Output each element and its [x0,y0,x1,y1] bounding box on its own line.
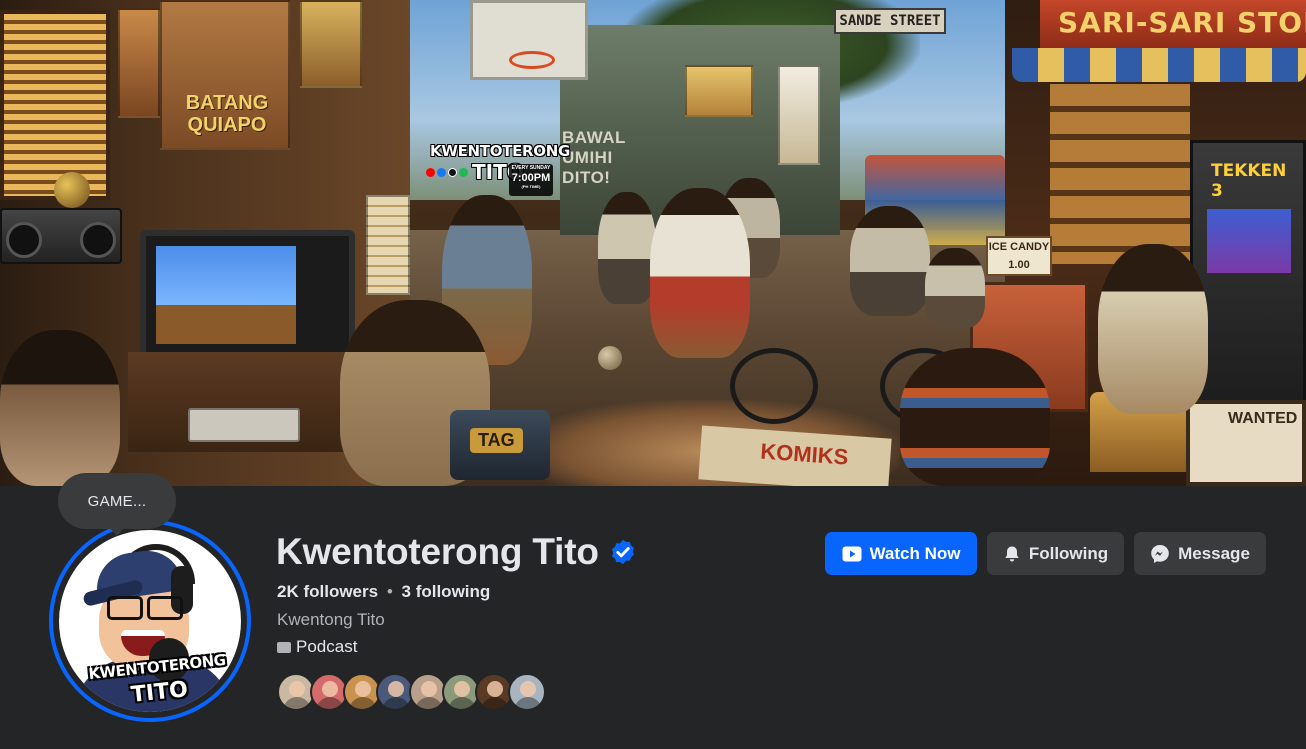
following-label: Following [1028,543,1109,563]
cover-poster [778,65,820,165]
cover-basketball-hoop [470,0,588,80]
watch-now-label: Watch Now [869,543,961,563]
page-category: Podcast [277,637,357,657]
avatar-glasses [103,596,183,620]
cover-kid [850,206,930,316]
cover-schedule-time: 7:00PM [511,172,551,184]
profile-picture[interactable]: KWENTOTERONG TITO [49,520,251,722]
verified-badge-icon[interactable] [609,538,637,566]
cover-schedule-day: EVERY SUNDAY [511,165,551,171]
video-play-icon [842,546,861,561]
cover-window [0,10,110,200]
profile-picture-frame: KWENTOTERONG TITO [53,524,247,718]
cover-sign-tag: TAG [470,428,523,453]
page-title-row: Kwentoterong Tito [276,531,637,573]
messenger-icon [1151,544,1169,563]
cover-kid [598,192,656,304]
cover-arcade-screen [1207,209,1291,273]
cover-kid [900,348,1050,486]
following-link[interactable]: 3 following [402,582,491,601]
friend-avatar[interactable] [508,673,546,711]
cover-sign-batang: BATANG QUIAPO [185,92,269,136]
message-button[interactable]: Message [1134,532,1266,575]
cover-schedule-timezone: (PH TIME) [521,184,541,189]
cover-sign-wanted: WANTED [1186,400,1306,486]
cover-sign-street: SANDE STREET [834,8,946,34]
cover-kid [0,330,120,486]
tiktok-icon [448,168,457,177]
cover-calendar [366,195,410,295]
cover-sign-tekken: TEKKEN 3 [1211,161,1287,201]
cover-photo[interactable]: BAWAL UMIHI DITO! SANDE STREET BATANG QU… [0,0,1306,486]
cover-kid [650,188,750,358]
cover-kid [925,248,985,328]
follow-stats: 2K followers • 3 following [277,582,490,602]
cover-radio [0,208,122,264]
category-label: Podcast [296,637,358,656]
message-label: Message [1178,543,1250,563]
cover-poster [118,8,160,118]
cover-sign-bawal: BAWAL UMIHI DITO! [562,128,626,187]
cover-poster [685,65,753,117]
page-title: Kwentoterong Tito [276,531,599,572]
cover-social-icons [426,168,468,177]
followers-link[interactable]: 2K followers [277,582,378,601]
status-tooltip: GAME... [58,473,176,536]
cover-game-console [188,408,300,442]
cover-schedule: EVERY SUNDAY 7:00PM (PH TIME) [509,164,553,196]
cover-tv-screen [156,246,296,344]
spotify-icon [459,168,468,177]
youtube-icon [426,168,435,177]
cover-sign-ice: ICE CANDY 1.00 [986,236,1052,276]
cover-bag: TAG [450,410,550,480]
cover-ball [598,346,622,370]
followers-avatar-stack[interactable] [277,673,546,711]
cover-logo-line1: KWENTOTERONG [430,142,570,160]
cover-shelves [1050,84,1190,264]
category-icon [277,641,291,653]
cover-tv [140,230,355,360]
bell-icon [1005,546,1019,561]
cover-kid [1098,244,1208,414]
avatar: KWENTOTERONG TITO [59,530,241,712]
facebook-icon [437,168,446,177]
cover-poster [300,0,362,88]
page-subtitle: Kwentong Tito [277,610,385,629]
watch-now-button[interactable]: Watch Now [825,532,977,575]
stats-separator: • [386,582,393,601]
cover-sign-store: SARI-SARI STORE [1040,0,1306,50]
cover-ball [54,172,90,208]
following-button[interactable]: Following [987,532,1124,575]
cover-awning [1012,48,1306,82]
